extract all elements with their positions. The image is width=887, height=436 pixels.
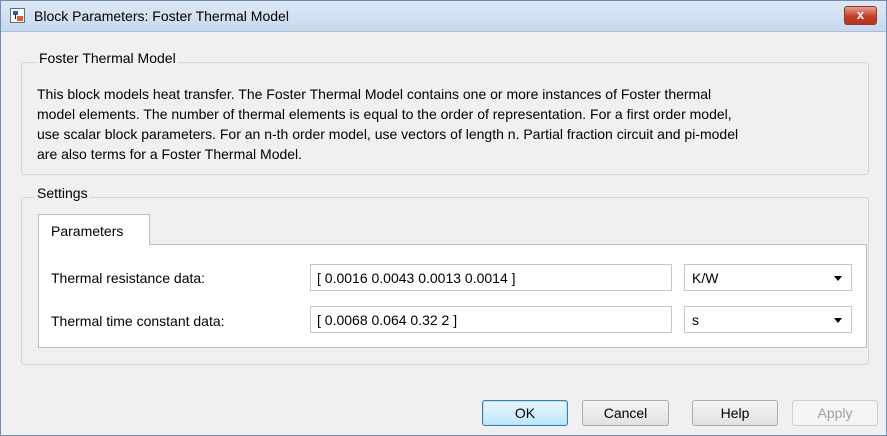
dialog-window: Block Parameters: Foster Thermal Model x… bbox=[0, 0, 887, 436]
cancel-button[interactable]: Cancel bbox=[582, 400, 669, 426]
thermal-resistance-value: [ 0.0016 0.0043 0.0013 0.0014 ] bbox=[317, 270, 516, 286]
thermal-time-constant-unit-select[interactable]: s bbox=[684, 306, 852, 333]
thermal-time-constant-unit-value: s bbox=[692, 312, 699, 328]
ok-button[interactable]: OK bbox=[482, 400, 568, 426]
thermal-time-constant-input[interactable]: [ 0.0068 0.064 0.32 2 ] bbox=[310, 306, 672, 333]
title-bar[interactable]: Block Parameters: Foster Thermal Model x bbox=[1, 1, 886, 32]
simulink-block-icon bbox=[10, 8, 25, 23]
description-line: use scalar block parameters. For an n-th… bbox=[37, 126, 739, 142]
thermal-resistance-unit-value: K/W bbox=[692, 270, 719, 286]
chevron-down-icon bbox=[834, 318, 842, 323]
thermal-time-constant-label: Thermal time constant data: bbox=[51, 313, 225, 329]
apply-button: Apply bbox=[792, 400, 878, 426]
close-button[interactable]: x bbox=[844, 6, 877, 25]
thermal-resistance-input[interactable]: [ 0.0016 0.0043 0.0013 0.0014 ] bbox=[310, 264, 672, 291]
description-line: This block models heat transfer. The Fos… bbox=[37, 86, 712, 102]
thermal-resistance-label: Thermal resistance data: bbox=[51, 270, 206, 286]
description-line: are also terms for a Foster Thermal Mode… bbox=[37, 146, 303, 162]
tab-parameters[interactable]: Parameters bbox=[38, 214, 150, 245]
description-group-label: Foster Thermal Model bbox=[37, 50, 178, 66]
block-description: This block models heat transfer. The Fos… bbox=[37, 84, 867, 164]
window-title: Block Parameters: Foster Thermal Model bbox=[34, 8, 289, 24]
tab-parameters-label: Parameters bbox=[51, 223, 124, 239]
settings-group-label: Settings bbox=[35, 185, 90, 201]
thermal-resistance-unit-select[interactable]: K/W bbox=[684, 264, 852, 291]
description-line: model elements. The number of thermal el… bbox=[37, 106, 732, 122]
help-button[interactable]: Help bbox=[692, 400, 778, 426]
thermal-time-constant-value: [ 0.0068 0.064 0.32 2 ] bbox=[317, 312, 458, 328]
chevron-down-icon bbox=[834, 276, 842, 281]
